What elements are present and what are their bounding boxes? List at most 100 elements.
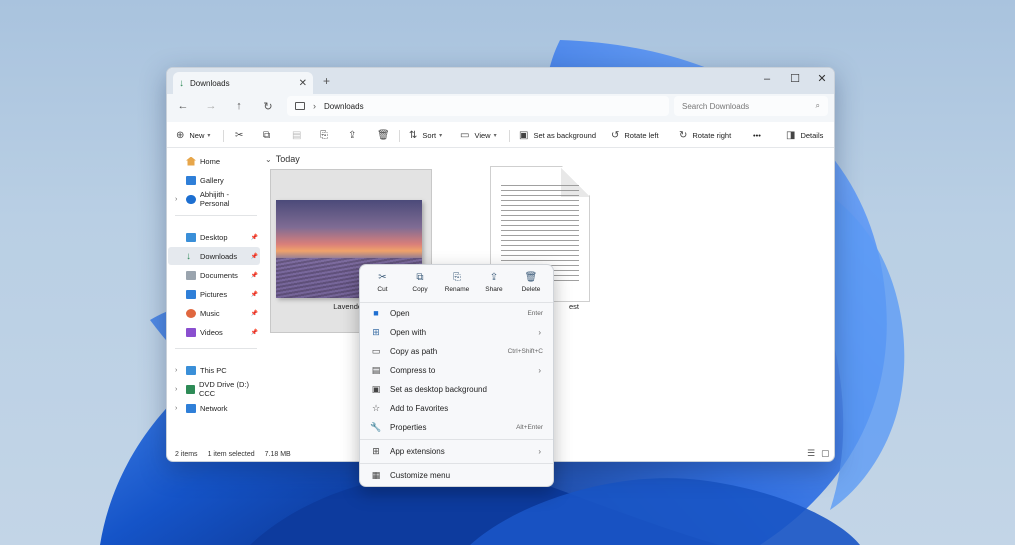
sidebar-item-label: Abhijith - Personal bbox=[199, 190, 230, 208]
rotate-right-button[interactable]: ↻ Rotate right bbox=[679, 128, 731, 142]
chevron-right-icon: › bbox=[538, 327, 541, 337]
menu-item-open[interactable]: ■ Open Enter bbox=[364, 304, 551, 322]
copy-action[interactable]: ⧉ Copy bbox=[401, 268, 438, 298]
pin-icon[interactable]: 📌 bbox=[251, 310, 258, 317]
photos-app-icon: ■ bbox=[373, 308, 379, 318]
address-bar[interactable]: › Downloads bbox=[287, 96, 669, 116]
menu-item-customize-menu[interactable]: ▦ Customize menu bbox=[364, 466, 551, 484]
delete-button[interactable]: 🗑 bbox=[377, 128, 390, 142]
path-separator: › bbox=[313, 101, 316, 111]
more-options-button[interactable]: ••• bbox=[753, 128, 761, 142]
copy-icon: ⧉ bbox=[263, 129, 271, 141]
scissors-icon: ✂ bbox=[235, 129, 244, 141]
divider bbox=[360, 439, 553, 440]
divider bbox=[509, 130, 510, 142]
view-icon: ▭ bbox=[460, 129, 470, 141]
forward-button[interactable]: → bbox=[203, 100, 219, 112]
maximize-button[interactable]: ☐ bbox=[781, 70, 809, 88]
extensions-icon: ⊞ bbox=[372, 445, 380, 456]
back-button[interactable]: ← bbox=[175, 100, 191, 112]
rename-icon: ⎘ bbox=[320, 129, 328, 141]
close-window-button[interactable]: ✕ bbox=[808, 70, 834, 88]
chevron-right-icon: › bbox=[538, 365, 541, 375]
sidebar-item-downloads[interactable]: ↓ Downloads 📌 bbox=[168, 247, 260, 265]
details-view-icon[interactable]: ☰ bbox=[807, 448, 815, 459]
divider bbox=[223, 130, 224, 142]
copy-button[interactable]: ⧉ bbox=[263, 128, 270, 142]
download-icon: ↓ bbox=[179, 77, 184, 89]
document-icon bbox=[186, 270, 196, 280]
menu-item-open-with[interactable]: ⊞ Open with › bbox=[364, 323, 551, 341]
sidebar-item-music[interactable]: Music 📌 bbox=[168, 304, 260, 322]
breadcrumb[interactable]: Downloads bbox=[324, 102, 364, 111]
sidebar-item-pictures[interactable]: Pictures 📌 bbox=[168, 285, 260, 303]
share-action[interactable]: ⇪ Share bbox=[475, 268, 512, 298]
sidebar-item-this-pc[interactable]: › This PC bbox=[168, 361, 260, 379]
share-button[interactable]: ⇪ bbox=[348, 128, 356, 142]
group-header[interactable]: ⌄ Today bbox=[265, 154, 300, 164]
menu-item-label: Open bbox=[390, 308, 410, 318]
sidebar-item-onedrive[interactable]: › Abhijith - Personal bbox=[168, 190, 260, 208]
close-tab-icon[interactable]: ✕ bbox=[299, 78, 307, 89]
search-input[interactable]: Search Downloads ⌕ bbox=[674, 96, 828, 116]
pin-icon[interactable]: 📌 bbox=[251, 253, 258, 260]
menu-item-copy-as-path[interactable]: ▭ Copy as path Ctrl+Shift+C bbox=[364, 342, 551, 360]
paste-icon: ▤ bbox=[292, 129, 302, 141]
tiles-view-icon[interactable]: ▢ bbox=[821, 448, 830, 459]
tab-downloads[interactable]: ↓ Downloads ✕ bbox=[173, 72, 313, 94]
pin-icon[interactable]: 📌 bbox=[251, 291, 258, 298]
download-icon: ↓ bbox=[186, 250, 191, 262]
sidebar-item-label: This PC bbox=[200, 365, 227, 375]
rotate-left-button[interactable]: ↺ Rotate left bbox=[611, 128, 659, 142]
cut-action[interactable]: ✂ Cut bbox=[364, 268, 401, 298]
sort-button[interactable]: ⇅ Sort ▾ bbox=[409, 128, 442, 142]
new-button[interactable]: ⊕ New ▾ bbox=[176, 128, 210, 142]
set-background-label: Set as background bbox=[533, 130, 596, 140]
divider bbox=[399, 130, 400, 142]
wrench-icon: 🔧 bbox=[370, 421, 382, 432]
view-label: View bbox=[474, 130, 491, 140]
rename-icon: ⎘ bbox=[452, 272, 461, 283]
rename-action[interactable]: ⎘ Rename bbox=[438, 268, 475, 298]
sidebar-item-desktop[interactable]: Desktop 📌 bbox=[168, 228, 260, 246]
sidebar-item-label: Music bbox=[200, 308, 220, 318]
dvd-drive-icon bbox=[186, 384, 195, 394]
refresh-button[interactable]: ↻ bbox=[260, 100, 276, 113]
scissors-icon: ✂ bbox=[378, 272, 387, 283]
rotate-right-label: Rotate right bbox=[692, 130, 732, 140]
new-tab-button[interactable]: + bbox=[323, 74, 330, 88]
sidebar-item-dvd-drive[interactable]: › DVD Drive (D:) CCC bbox=[168, 380, 260, 398]
details-button[interactable]: ◨ Details bbox=[786, 128, 823, 142]
paste-button[interactable]: ▤ bbox=[292, 128, 301, 142]
menu-item-add-to-favorites[interactable]: ☆ Add to Favorites bbox=[364, 399, 551, 417]
minimize-button[interactable]: – bbox=[753, 70, 781, 88]
rename-button[interactable]: ⎘ bbox=[320, 128, 328, 142]
view-button[interactable]: ▭ View ▾ bbox=[460, 128, 497, 142]
pin-icon[interactable]: 📌 bbox=[251, 234, 258, 241]
sidebar-item-network[interactable]: › Network bbox=[168, 399, 260, 417]
menu-item-compress-to[interactable]: ▤ Compress to › bbox=[364, 361, 551, 379]
details-label: Details bbox=[800, 130, 824, 140]
menu-item-properties[interactable]: 🔧 Properties Alt+Enter bbox=[364, 418, 551, 436]
menu-item-label: App extensions bbox=[390, 446, 445, 456]
pin-icon[interactable]: 📌 bbox=[251, 272, 258, 279]
sidebar-item-home[interactable]: Home bbox=[168, 152, 260, 170]
pin-icon[interactable]: 📌 bbox=[251, 329, 258, 336]
menu-item-app-extensions[interactable]: ⊞ App extensions › bbox=[364, 442, 551, 460]
cut-button[interactable]: ✂ bbox=[235, 128, 243, 142]
sidebar-item-documents[interactable]: Documents 📌 bbox=[168, 266, 260, 284]
set-as-background-button[interactable]: ▣ Set as background bbox=[519, 128, 596, 142]
menu-item-label: Set as desktop background bbox=[390, 384, 487, 394]
star-icon: ☆ bbox=[371, 402, 381, 413]
chevron-down-icon: ▾ bbox=[493, 132, 497, 139]
sidebar-item-gallery[interactable]: Gallery bbox=[168, 171, 260, 189]
menu-item-label: Add to Favorites bbox=[390, 403, 449, 413]
delete-action[interactable]: 🗑 Delete bbox=[512, 268, 549, 298]
action-label: Cut bbox=[377, 286, 388, 293]
action-label: Delete bbox=[521, 286, 541, 293]
new-label: New bbox=[189, 130, 205, 140]
sidebar-item-videos[interactable]: Videos 📌 bbox=[168, 323, 260, 341]
menu-item-set-desktop-background[interactable]: ▣ Set as desktop background bbox=[364, 380, 551, 398]
up-button[interactable]: ↑ bbox=[231, 100, 247, 112]
open-with-icon: ⊞ bbox=[372, 326, 380, 337]
